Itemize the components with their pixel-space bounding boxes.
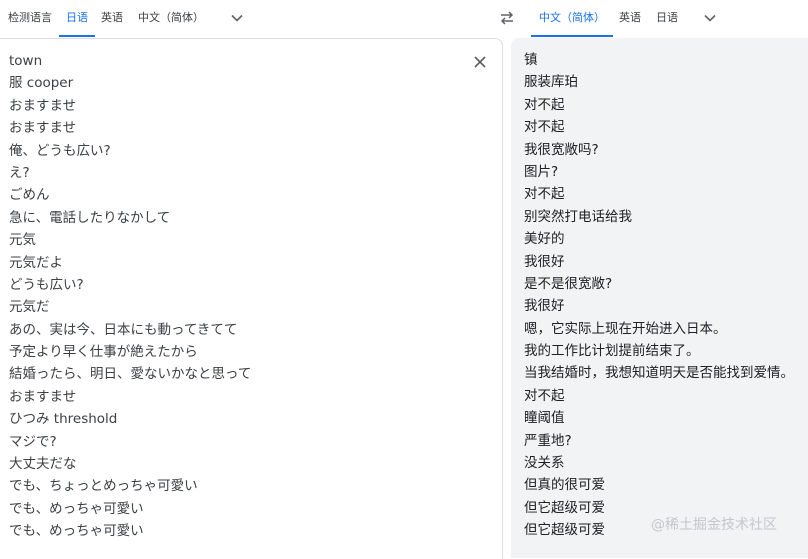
source-line: ごめん: [9, 187, 50, 204]
source-line: 急に、電話したりなかして: [9, 209, 171, 226]
source-line: でも、めっちゃ可愛い: [9, 500, 144, 517]
source-line: おますませ: [9, 120, 77, 137]
tab-detect-language[interactable]: 检测语言: [8, 0, 52, 37]
source-line: 元気だ: [9, 299, 50, 316]
source-textarea[interactable]: town 服 cooper おますませ おますませ 俺、どうも広い? え? ごめん 急に、電話…: [9, 50, 251, 543]
translation-line: 对不起: [524, 96, 565, 113]
swap-languages-icon[interactable]: [499, 11, 515, 25]
chevron-down-icon[interactable]: [703, 11, 717, 25]
translation-line: 严重地?: [524, 432, 572, 449]
translation-line: 服装库珀: [524, 74, 578, 91]
translation-line: 当我结婚时，我想知道明天是否能找到爱情。: [524, 365, 794, 382]
source-line: おますませ: [9, 97, 77, 114]
watermark: @稀土掘金技术社区: [651, 517, 777, 533]
translation-line: 对不起: [524, 387, 565, 404]
translation-line: 我很宽敞吗?: [524, 141, 599, 158]
translation-line: 没关系: [524, 455, 565, 472]
close-icon[interactable]: [473, 55, 487, 69]
translation-line: 别突然打电话给我: [524, 208, 632, 225]
translation-line: 但真的很可爱: [524, 477, 605, 494]
source-line: 予定より早く仕事が絶えたから: [9, 344, 198, 361]
source-line: 大丈夫だな: [9, 456, 77, 473]
language-bar: 检测语言 日语 英语 中文（简体） 中文（简体） 英语 日语: [0, 0, 808, 38]
translation-output: 镇服装库珀 对不起 对不起 我很宽敞吗? 图片? 对不起 别突然打电话给我 美好的 我很好 是不是…: [524, 49, 794, 542]
translation-line: 美好的: [524, 231, 565, 248]
source-line: どうも広い?: [9, 276, 84, 293]
source-line: 結婚ったら、明日、愛ないかなと思って: [9, 366, 252, 383]
translation-line: 嗯，它实际上现在开始进入日本。: [524, 320, 727, 337]
source-line: 俺、どうも広い?: [9, 142, 111, 159]
source-line: あの、実は今、日本にも動ってきてて: [9, 321, 238, 338]
source-line: 元気だよ: [9, 254, 63, 271]
tab-target-english[interactable]: 英语: [619, 0, 641, 37]
source-line: town: [9, 53, 43, 69]
translation-line: 我的工作比计划提前结束了。: [524, 343, 700, 360]
tab-source-english[interactable]: 英语: [101, 0, 123, 37]
source-line: おますませ: [9, 388, 77, 405]
source-line: 服 cooper: [9, 75, 74, 92]
translation-line: 我很好: [524, 298, 565, 315]
translation-line: 是不是很宽敞?: [524, 275, 613, 292]
tab-target-japanese[interactable]: 日语: [656, 0, 678, 37]
source-line: でも、めっちゃ可愛い: [9, 523, 144, 540]
source-line: でも、ちょっとめっちゃ可愛い: [9, 478, 198, 495]
source-line: 元気: [9, 232, 36, 249]
translation-line: 图片?: [524, 163, 559, 180]
translation-line: 瞳阈值: [524, 410, 565, 427]
source-text-panel[interactable]: town 服 cooper おますませ おますませ 俺、どうも広い? え? ごめん 急に、電話…: [0, 38, 503, 559]
translation-panel: 镇服装库珀 对不起 对不起 我很宽敞吗? 图片? 对不起 别突然打电话给我 美好的 我很好 是不是…: [511, 38, 808, 558]
translation-line: 对不起: [524, 119, 565, 136]
source-line: マジで?: [9, 433, 57, 450]
tab-source-japanese[interactable]: 日语: [59, 0, 95, 37]
tab-source-chinese[interactable]: 中文（简体）: [138, 0, 204, 37]
source-line: ひつみ threshold: [9, 411, 118, 428]
translation-line: 镇: [524, 52, 538, 68]
translation-line: 我很好: [524, 253, 565, 270]
tab-target-chinese[interactable]: 中文（简体）: [531, 0, 613, 37]
translation-line: 对不起: [524, 186, 565, 203]
chevron-down-icon[interactable]: [230, 11, 244, 25]
source-line: え?: [9, 164, 30, 181]
